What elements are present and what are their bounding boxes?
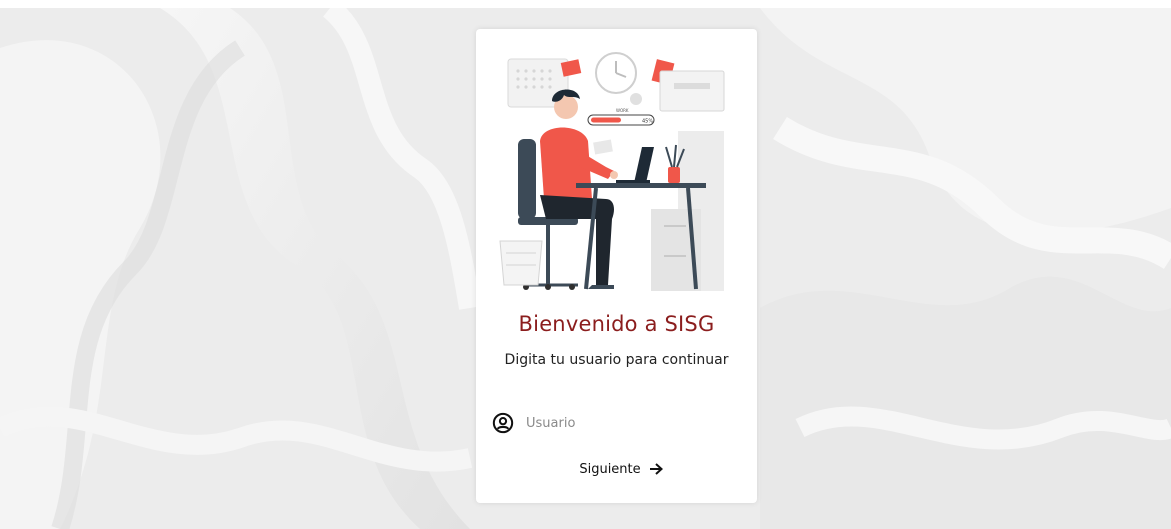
username-input[interactable] (526, 415, 726, 431)
login-page: WORK 45% Bienvenido a SISG Digita tu usu… (0, 0, 1171, 529)
svg-text:WORK: WORK (616, 108, 629, 113)
username-field (492, 409, 742, 437)
arrow-right-icon (649, 463, 663, 475)
illustration-progress-text: 45% (642, 119, 653, 125)
workspace-illustration: WORK 45% (499, 52, 725, 291)
next-button-label: Siguiente (579, 461, 641, 477)
next-button[interactable]: Siguiente (566, 457, 676, 481)
instruction-text: Digita tu usuario para continuar (504, 352, 729, 368)
login-card: WORK 45% Bienvenido a SISG Digita tu usu… (476, 29, 757, 503)
user-circle-icon (492, 412, 514, 434)
welcome-title: Bienvenido a SISG (518, 312, 715, 336)
